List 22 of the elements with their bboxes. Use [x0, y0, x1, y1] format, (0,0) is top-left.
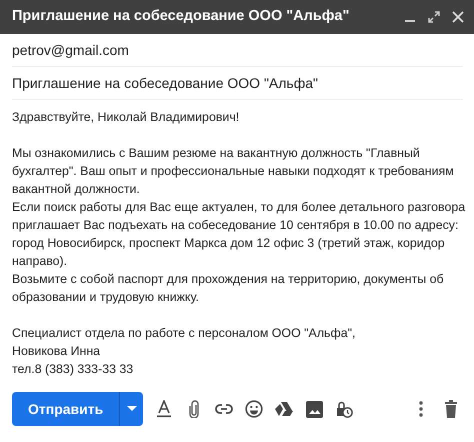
- body-text-line: тел.8 (383) 333-33 33: [12, 361, 134, 378]
- body-text-line: направо).: [12, 253, 68, 270]
- body-text-line: Специалист отдела по работе с персоналом ООО "Альфа",: [12, 325, 356, 342]
- body-text-line: город Новосибирск, проспект Маркса дом 12 офис 3 (третий этаж, коридор: [12, 235, 446, 252]
- send-options-button[interactable]: [119, 392, 144, 426]
- subject-field[interactable]: Приглашение на собеседование ООО "Альфа": [12, 67, 463, 100]
- body-text-line: приглашает Вас подъехать на собеседование 10 сентября в 10.00 по адресу:: [12, 217, 460, 234]
- expand-icon[interactable]: [428, 11, 440, 23]
- body-text-line: Возьмите с собой паспорт для прохождения на территорию, документы об: [12, 271, 445, 288]
- close-icon[interactable]: [452, 11, 464, 23]
- body-text-line: образовании и трудовую книжку.: [12, 289, 200, 306]
- caret-icon: [126, 406, 137, 412]
- image-icon[interactable]: [303, 398, 326, 420]
- window-title: Приглашение на собеседование ООО "Альфа": [12, 7, 350, 26]
- body-text-line: Здравствуйте, Николай Владимирович!: [12, 109, 240, 126]
- body-text-line: бухгалтер". Ваш опыт и профессиональные навыки подходят к требованиям: [12, 163, 455, 180]
- recipient-field[interactable]: petrov@gmail.com: [12, 34, 463, 67]
- body-text-line: Мы ознакомились с Вашим резюме на вакантную должность "Главный: [12, 145, 421, 162]
- emoji-icon[interactable]: [243, 398, 266, 420]
- send-button[interactable]: Отправить: [12, 392, 120, 426]
- body-text-line: вакантной должности.: [12, 181, 141, 198]
- body-text-line: Новикова Инна: [12, 343, 102, 360]
